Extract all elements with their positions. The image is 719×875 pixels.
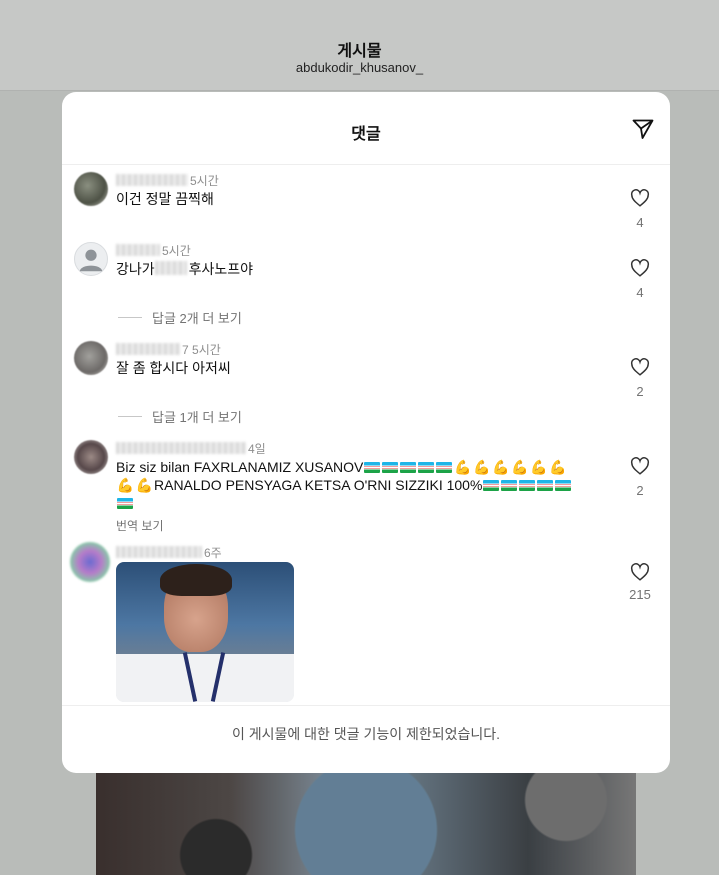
uzbekistan-flag-icon — [483, 480, 500, 491]
like-button[interactable] — [630, 457, 650, 475]
flexed-biceps-icon: 💪 — [511, 459, 529, 475]
flexed-biceps-icon: 💪 — [549, 459, 567, 475]
comment-meta: 4일 — [116, 440, 266, 457]
comment-photo[interactable] — [116, 562, 294, 702]
like-count: 215 — [629, 587, 651, 602]
default-avatar-icon — [79, 249, 103, 272]
uzbekistan-flag-icon — [418, 462, 435, 473]
view-replies-button[interactable]: 답글 1개 더 보기 — [118, 407, 242, 426]
comments-list[interactable]: 5시간 이건 정말 끔찍해 4 5시간 강나가 후사노프야 4 답글 2개 더 … — [62, 165, 670, 705]
comment-text-part: 강나가 — [116, 261, 155, 277]
heart-icon — [630, 189, 650, 207]
heart-icon — [630, 563, 650, 581]
uzbekistan-flag-icon — [436, 462, 453, 473]
comment-text: 강나가 후사노프야 — [116, 260, 253, 278]
photo-shirt — [116, 654, 294, 702]
comment-time: 5시간 — [192, 343, 221, 357]
comment-text: 잘 좀 합시다 아저씨 — [116, 360, 231, 376]
username-suffix: 7 — [182, 343, 189, 357]
comment-text-part: RANALDO PENSYAGA KETSA O'RNI SIZZIKI 100… — [154, 477, 483, 493]
redacted-mention[interactable] — [154, 261, 187, 275]
translate-button[interactable]: 번역 보기 — [116, 517, 164, 534]
uzbekistan-flag-icon — [555, 480, 572, 491]
flexed-biceps-icon: 💪 — [530, 459, 548, 475]
avatar[interactable] — [74, 341, 108, 375]
like-count: 2 — [636, 384, 644, 399]
view-replies-button[interactable]: 답글 2개 더 보기 — [118, 308, 242, 327]
comment-meta: 5시간 — [116, 172, 219, 189]
send-icon — [632, 119, 654, 139]
comment-time: 5시간 — [162, 244, 191, 258]
redacted-username[interactable] — [116, 546, 202, 558]
comment-text: Biz siz bilan FAXRLANAMIZ XUSANOV 💪 💪 💪 💪 💪 💪 … — [116, 458, 616, 512]
flexed-biceps-icon: 💪 — [473, 459, 491, 475]
page-title: 게시물 — [337, 43, 382, 60]
flexed-biceps-icon: 💪 — [116, 477, 135, 493]
like-button[interactable] — [630, 358, 650, 376]
page-header: 게시물 abdukodir_khusanov_ — [0, 0, 719, 91]
comment-text-line: 💪 💪RANALDO PENSYAGA KETSA O'RNI SIZZIKI 1… — [116, 476, 616, 494]
avatar[interactable] — [74, 440, 108, 474]
sheet-title: 댓글 — [351, 126, 381, 143]
comment-time: 6주 — [204, 546, 222, 560]
post-image — [96, 760, 636, 875]
redacted-username[interactable] — [116, 244, 160, 256]
like-count: 4 — [636, 285, 644, 300]
heart-icon — [630, 457, 650, 475]
comment-text-part: 후사노프야 — [188, 261, 254, 277]
comment-text-part: Biz siz bilan FAXRLANAMIZ XUSANOV — [116, 459, 364, 475]
heart-icon — [630, 259, 650, 277]
comments-restricted-notice: 이 게시물에 대한 댓글 기능이 제한되었습니다. — [231, 726, 501, 742]
comment-time: 5시간 — [190, 174, 219, 188]
like-button[interactable] — [630, 259, 650, 277]
comment-text: 이건 정말 끔찍해 — [116, 191, 214, 207]
like-button[interactable] — [630, 563, 650, 581]
like-count: 2 — [636, 483, 644, 498]
uzbekistan-flag-icon — [382, 462, 399, 473]
comment-meta: 5시간 — [116, 242, 191, 259]
uzbekistan-flag-icon — [117, 498, 133, 509]
sheet-header: 댓글 — [62, 92, 670, 165]
redacted-username[interactable] — [116, 442, 246, 454]
uzbekistan-flag-icon — [501, 480, 518, 491]
avatar[interactable] — [74, 172, 108, 206]
post-author-username[interactable]: abdukodir_khusanov_ — [0, 60, 719, 75]
redacted-username[interactable] — [116, 174, 188, 186]
view-replies-label: 답글 1개 더 보기 — [152, 410, 242, 425]
like-count: 4 — [636, 215, 644, 230]
replies-divider — [118, 416, 142, 417]
uzbekistan-flag-icon — [519, 480, 536, 491]
uzbekistan-flag-icon — [400, 462, 417, 473]
replies-divider — [118, 317, 142, 318]
comment-meta: 6주 — [116, 544, 222, 561]
comment-media-wrap — [62, 562, 670, 702]
comment-time: 4일 — [248, 442, 266, 456]
uzbekistan-flag-icon — [537, 480, 554, 491]
heart-icon — [630, 358, 650, 376]
comment-meta: 7 5시간 — [116, 341, 221, 358]
uzbekistan-flag-icon — [364, 462, 381, 473]
flexed-biceps-icon: 💪 — [492, 459, 510, 475]
view-replies-label: 답글 2개 더 보기 — [152, 311, 242, 326]
flexed-biceps-icon: 💪 — [454, 459, 472, 475]
comment-text-line — [116, 494, 616, 512]
flexed-biceps-icon: 💪 — [135, 477, 154, 493]
comments-footer: 이 게시물에 대한 댓글 기능이 제한되었습니다. — [62, 705, 670, 773]
photo-hair — [160, 564, 232, 596]
comment-text-line: Biz siz bilan FAXRLANAMIZ XUSANOV 💪 💪 💪 💪 💪 💪 — [116, 458, 616, 476]
like-button[interactable] — [630, 189, 650, 207]
redacted-username[interactable] — [116, 343, 180, 355]
comments-sheet: 댓글 5시간 이건 정말 끔찍해 4 5시간 강나가 후사노프야 4 답글 2개… — [62, 92, 670, 773]
avatar[interactable] — [74, 242, 108, 276]
share-button[interactable] — [630, 116, 656, 142]
